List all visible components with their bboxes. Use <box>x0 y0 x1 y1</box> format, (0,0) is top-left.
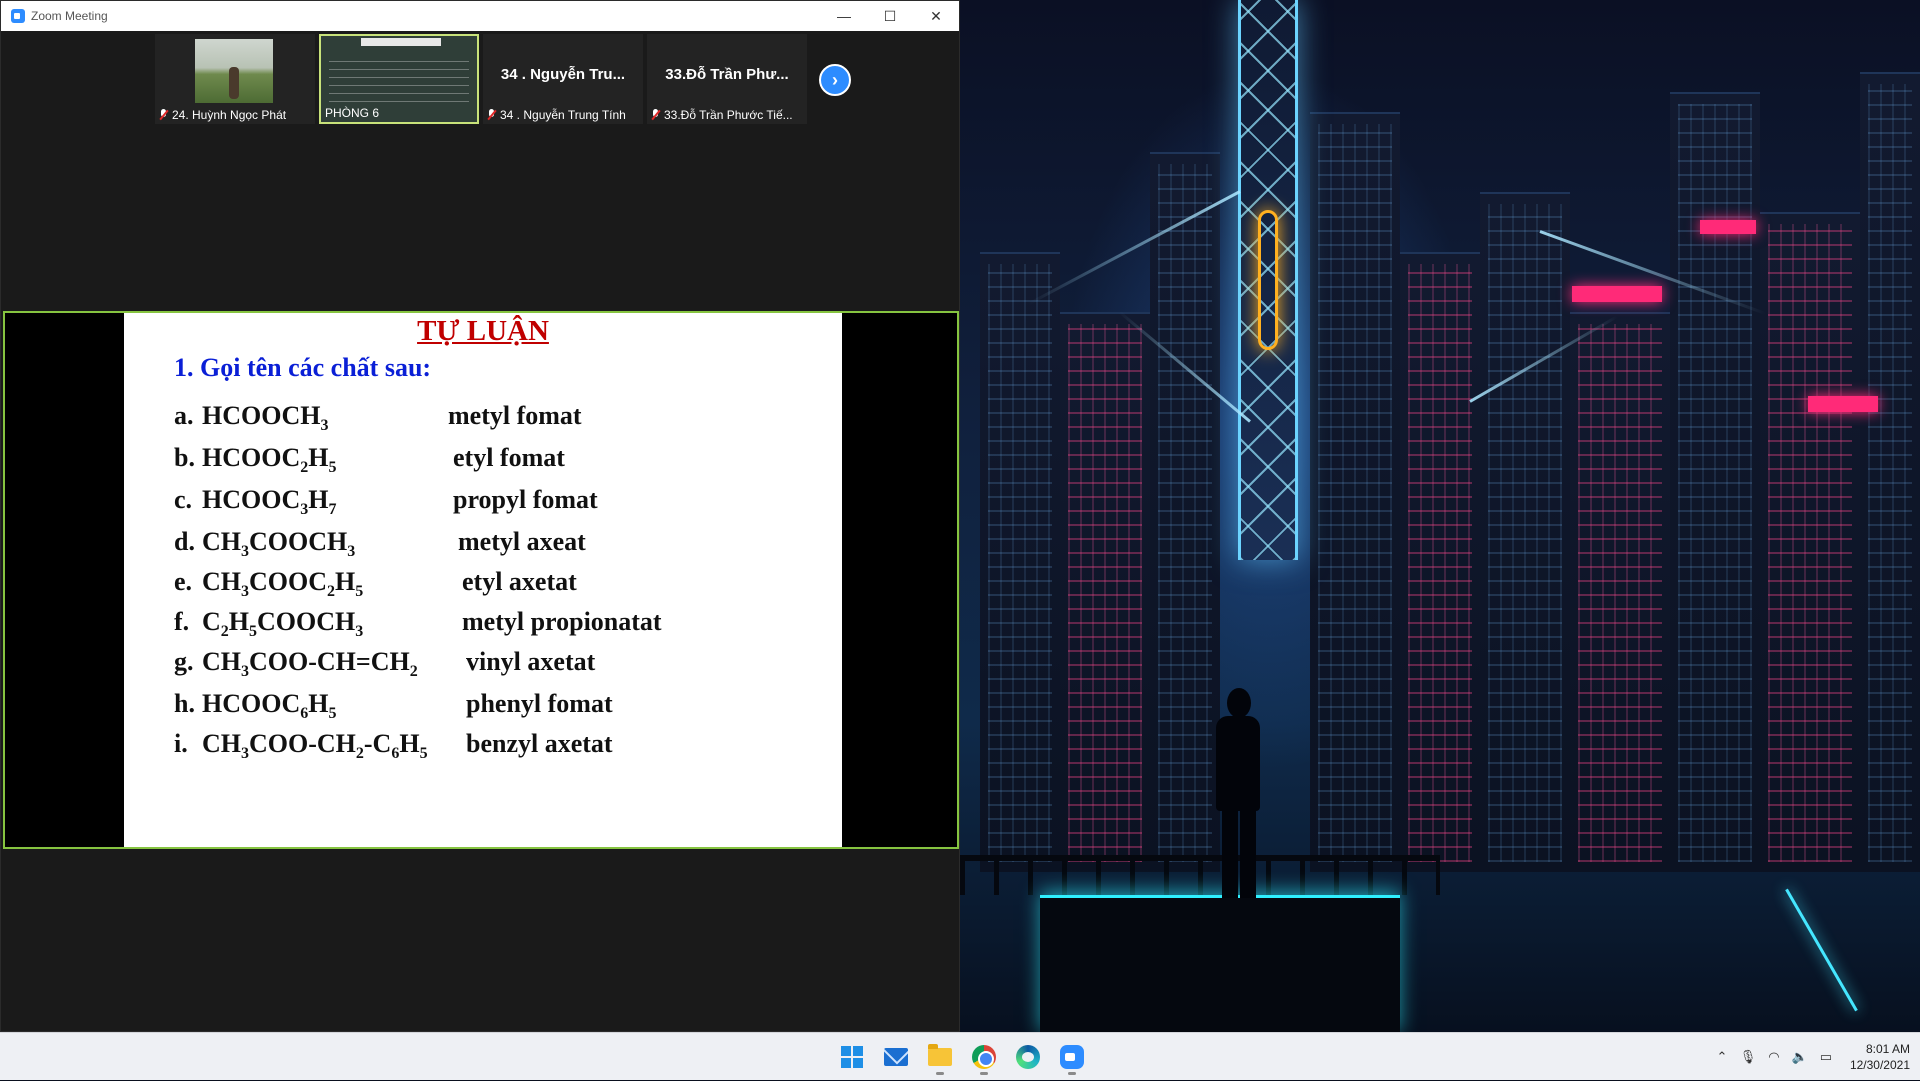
window-title: Zoom Meeting <box>31 9 108 23</box>
participant-tile-active[interactable]: PHÒNG 6 <box>319 34 479 124</box>
clock-date: 12/30/2021 <box>1849 1058 1910 1072</box>
list-item: f. C2H5COOCH3 metyl propionatat <box>174 607 662 641</box>
participant-video <box>195 39 273 103</box>
participant-tile[interactable]: 33.Đỗ Trần Phư... 33.Đỗ Trần Phước Tiế..… <box>647 34 807 124</box>
clock-time: 8:01 AM <box>1865 1042 1910 1056</box>
mail-icon[interactable] <box>878 1039 914 1075</box>
chevron-up-icon[interactable]: ⌃ <box>1714 1049 1730 1065</box>
list-item: h. HCOOC6H5 phenyl fomat <box>174 689 613 723</box>
participant-label: 34 . Nguyễn Trung Tính <box>487 108 626 122</box>
participant-strip: 24. Huỳnh Ngọc Phát PHÒNG 6 34 . Nguyễn … <box>155 34 807 124</box>
speaker-icon[interactable]: 🔈 <box>1792 1049 1808 1065</box>
mic-muted-icon <box>159 109 168 121</box>
slide-subtitle: 1. Gọi tên các chất sau: <box>174 353 432 382</box>
title-bar: Zoom Meeting — ☐ ✕ <box>1 1 959 31</box>
chrome-icon[interactable] <box>966 1039 1002 1075</box>
participant-name: 34 . Nguyễn Tru... <box>500 66 626 83</box>
slide-title: TỰ LUẬN <box>417 315 549 347</box>
participant-label: 33.Đỗ Trần Phước Tiế... <box>651 108 793 122</box>
mic-muted-icon <box>487 109 496 121</box>
start-icon[interactable] <box>834 1039 870 1075</box>
mic-muted-icon <box>651 109 660 121</box>
screen-share-view: TỰ LUẬN 1. Gọi tên các chất sau: a. HCOO… <box>3 311 959 849</box>
microphone-icon[interactable]: 🎙 <box>1740 1049 1757 1065</box>
participant-label: PHÒNG 6 <box>325 106 380 120</box>
zoom-logo-icon <box>11 9 25 23</box>
next-participants-button[interactable]: › <box>819 64 851 96</box>
participant-label: 24. Huỳnh Ngọc Phát <box>159 108 286 122</box>
wifi-icon[interactable]: ◠ <box>1766 1049 1782 1065</box>
taskbar: ⌃ 🎙 ◠ 🔈 ▭ 8:01 AM 12/30/2021 <box>0 1032 1920 1080</box>
list-item: d. CH3COOCH3 metyl axeat <box>174 527 586 561</box>
zoom-icon[interactable] <box>1054 1039 1090 1075</box>
system-tray: ⌃ 🎙 ◠ 🔈 ▭ 8:01 AM 12/30/2021 <box>1714 1033 1910 1081</box>
participant-name: 33.Đỗ Trần Phư... <box>665 66 789 83</box>
participant-tile[interactable]: 34 . Nguyễn Tru... 34 . Nguyễn Trung Tín… <box>483 34 643 124</box>
list-item: b. HCOOC2H5 etyl fomat <box>174 443 565 477</box>
list-item: i. CH3COO-CH2-C6H5 benzyl axetat <box>174 729 613 763</box>
zoom-meeting-window: Zoom Meeting — ☐ ✕ 24. Huỳnh Ngọc Phát P… <box>0 0 960 1032</box>
presentation-slide: TỰ LUẬN 1. Gọi tên các chất sau: a. HCOO… <box>124 313 842 847</box>
participant-tile[interactable]: 24. Huỳnh Ngọc Phát <box>155 34 315 124</box>
minimize-button[interactable]: — <box>821 1 867 31</box>
maximize-button[interactable]: ☐ <box>867 1 913 31</box>
file-explorer-icon[interactable] <box>922 1039 958 1075</box>
close-button[interactable]: ✕ <box>913 1 959 31</box>
list-item: c. HCOOC3H7 propyl fomat <box>174 485 598 519</box>
battery-icon[interactable]: ▭ <box>1818 1049 1834 1065</box>
clock[interactable]: 8:01 AM 12/30/2021 <box>1850 1041 1910 1073</box>
list-item: e. CH3COOC2H5 etyl axetat <box>174 567 577 601</box>
list-item: g. CH3COO-CH=CH2 vinyl axetat <box>174 647 596 681</box>
edge-icon[interactable] <box>1010 1039 1046 1075</box>
list-item: a. HCOOCH3 metyl fomat <box>174 401 582 435</box>
